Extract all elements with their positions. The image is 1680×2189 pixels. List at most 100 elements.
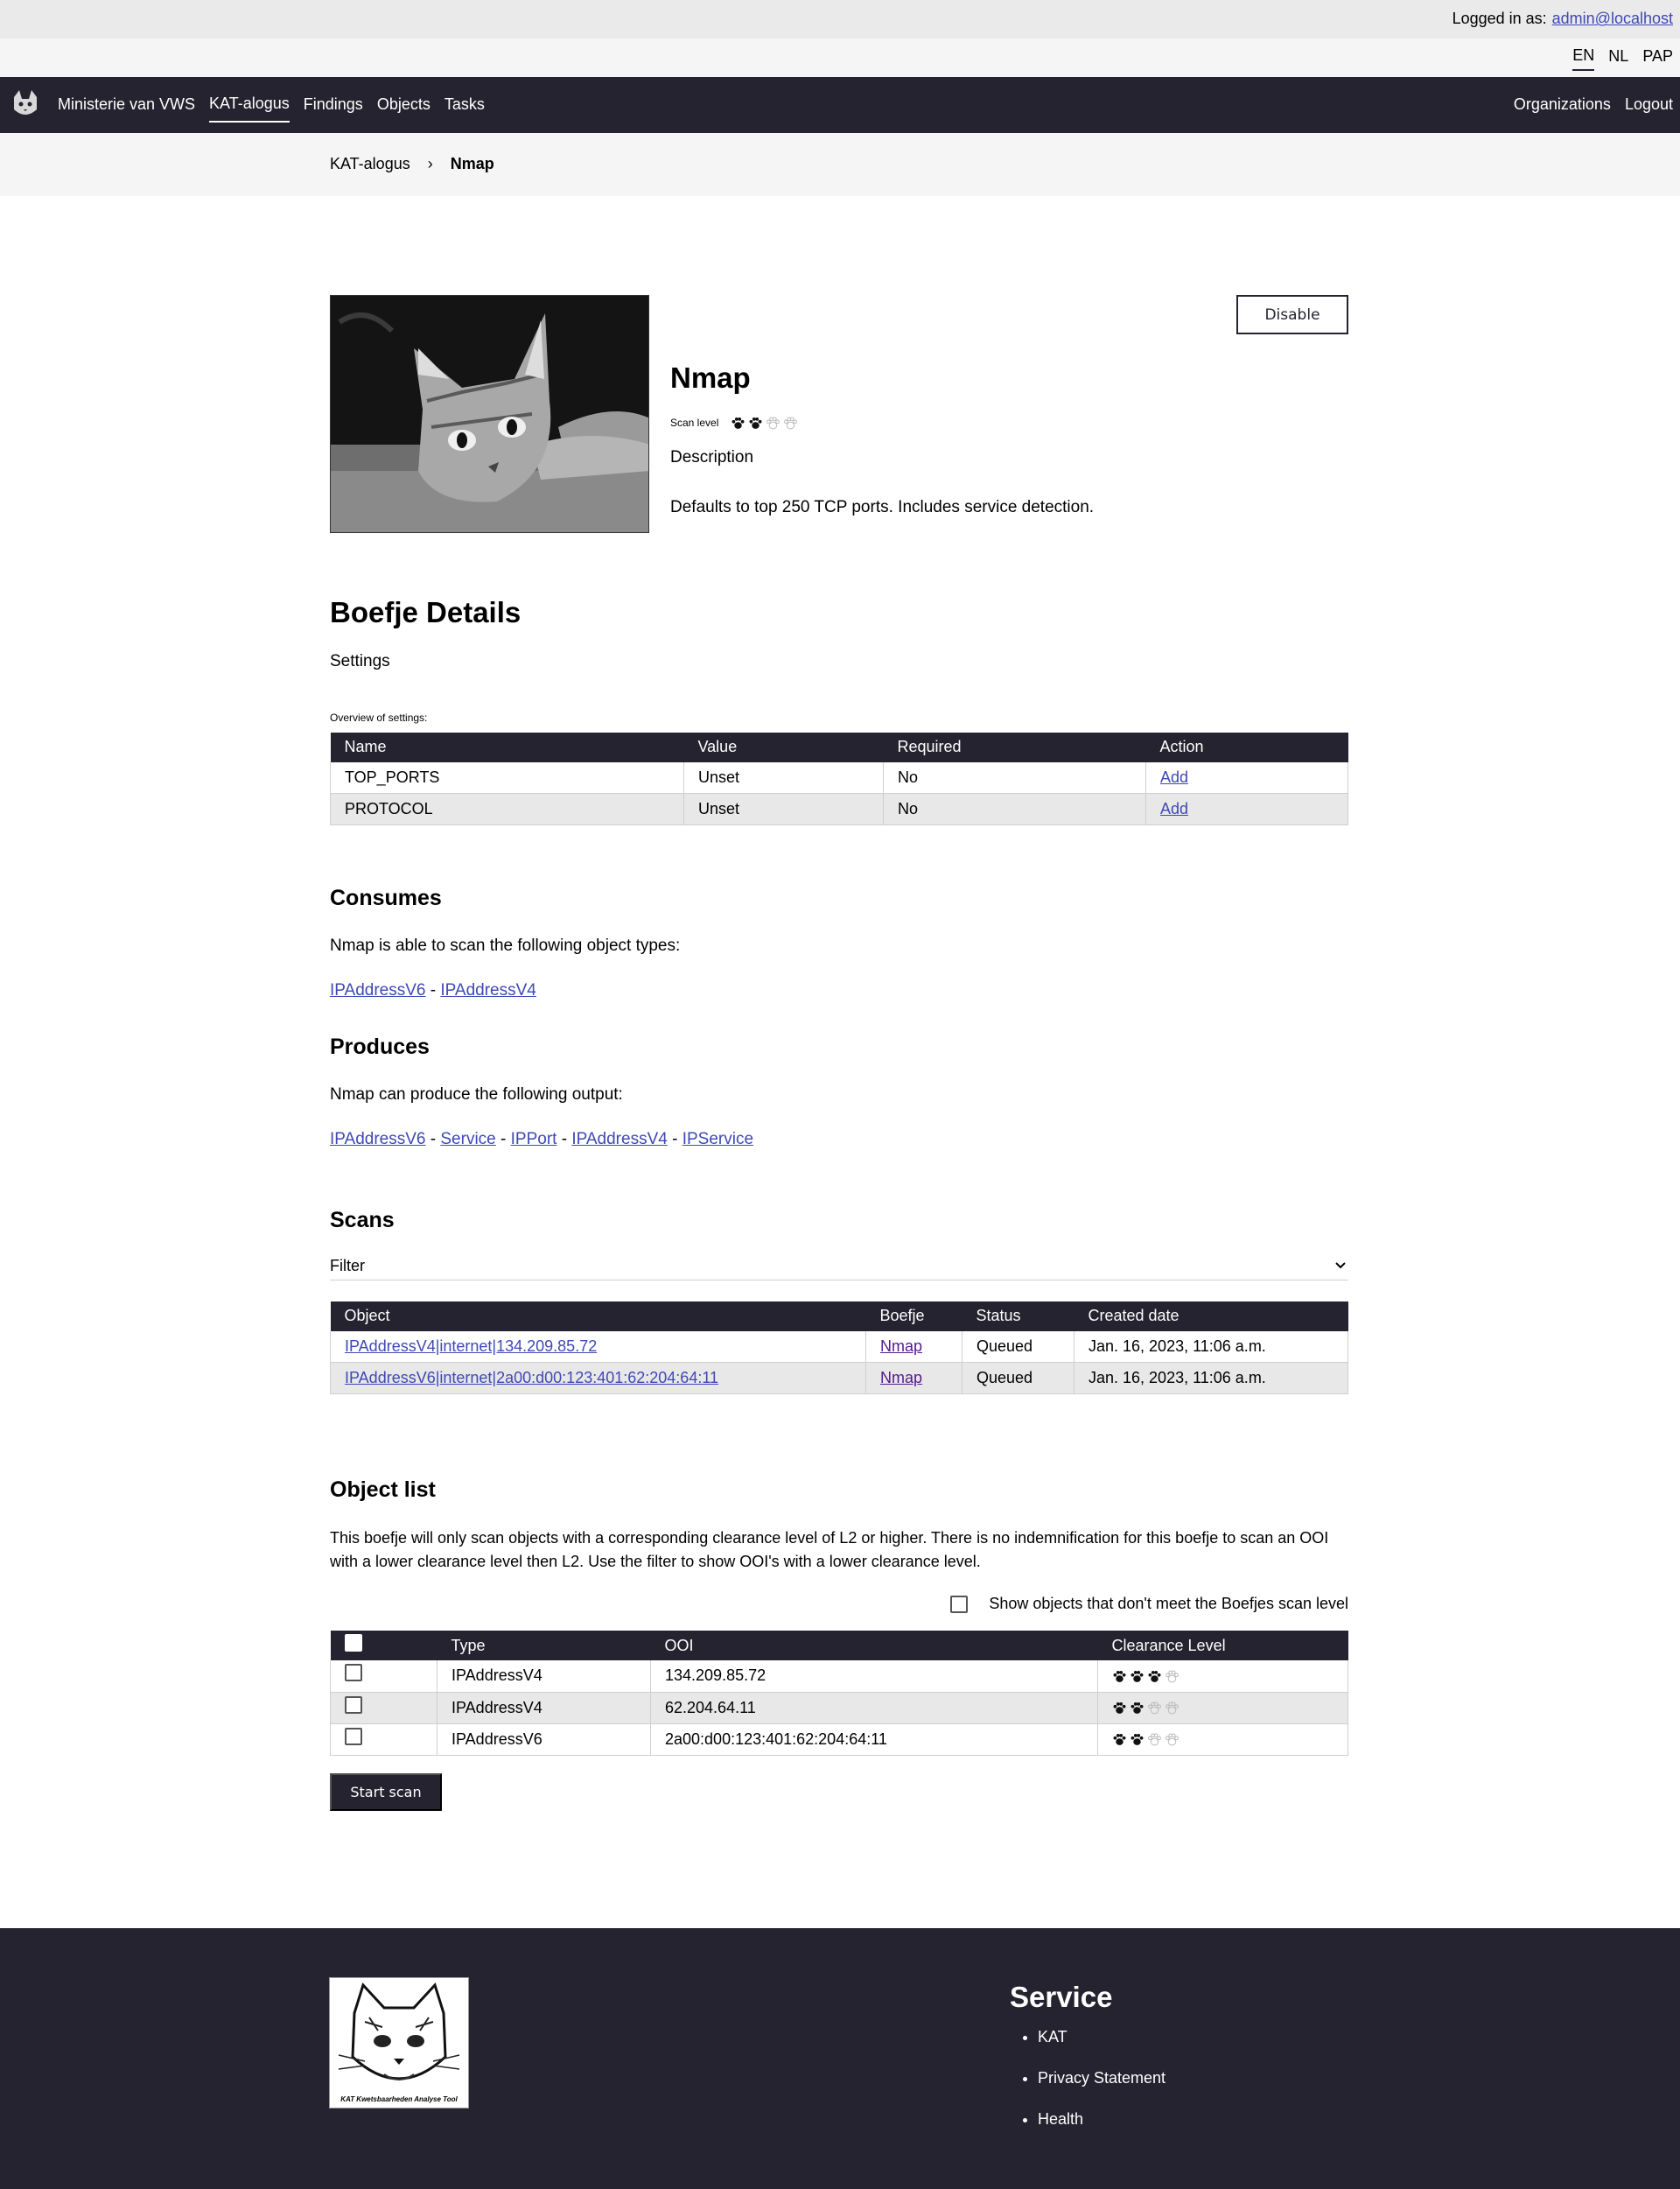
paw-empty-icon xyxy=(766,417,780,430)
nav-organizations[interactable]: Organizations xyxy=(1514,94,1611,116)
nav-logout[interactable]: Logout xyxy=(1625,94,1673,116)
produces-type-link[interactable]: IPService xyxy=(682,1130,753,1148)
object-ooi: 2a00:d00:123:401:62:204:64:11 xyxy=(650,1723,1098,1756)
row-checkbox[interactable] xyxy=(345,1695,362,1714)
consumes-section: Consumes Nmap is able to scan the follow… xyxy=(330,883,1348,1002)
paw-filled-icon xyxy=(1130,1701,1144,1714)
col-name[interactable]: Name xyxy=(330,732,684,762)
breadcrumb-katalogus[interactable]: KAT-alogus xyxy=(330,153,410,175)
boefje-title: Nmap xyxy=(670,361,751,394)
select-all-checkbox[interactable] xyxy=(344,1633,362,1652)
col-type[interactable]: Type xyxy=(437,1631,651,1661)
paw-empty-icon xyxy=(1166,1733,1179,1746)
breadcrumb: KAT-alogus › Nmap xyxy=(0,133,1680,196)
table-row: TOP_PORTS Unset No Add xyxy=(330,761,1348,795)
consumes-type-link[interactable]: IPAddressV4 xyxy=(440,981,536,1000)
scan-status: Queued xyxy=(962,1330,1074,1364)
col-status[interactable]: Status xyxy=(962,1301,1074,1331)
table-row: IPAddressV6|internet|2a00:d00:123:401:62… xyxy=(330,1362,1348,1395)
nav-tasks[interactable]: Tasks xyxy=(444,88,485,121)
paw-filled-icon xyxy=(1130,1670,1144,1682)
kat-footer-logo: KAT Kwetsbaarheden Analyse Tool xyxy=(329,1976,469,2108)
row-checkbox[interactable] xyxy=(345,1664,362,1682)
clearance-level-paws xyxy=(1112,1701,1334,1715)
lang-nl[interactable]: NL xyxy=(1608,46,1628,69)
settings-header-row: Name Value Required Action xyxy=(330,732,1348,762)
consumes-types: IPAddressV6 - IPAddressV4 xyxy=(330,980,536,1000)
nav-katalogus[interactable]: KAT-alogus xyxy=(209,88,290,123)
lang-pap[interactable]: PAP xyxy=(1642,46,1673,69)
nav-findings[interactable]: Findings xyxy=(304,88,363,121)
col-required[interactable]: Required xyxy=(883,732,1146,762)
disable-button[interactable]: Disable xyxy=(1236,295,1348,334)
setting-name: TOP_PORTS xyxy=(330,761,684,795)
footer-link-privacy[interactable]: Privacy Statement xyxy=(1038,2067,1166,2089)
add-setting-link[interactable]: Add xyxy=(1160,768,1188,786)
scan-status: Queued xyxy=(962,1362,1074,1395)
scan-object-link[interactable]: IPAddressV4|internet|134.209.85.72 xyxy=(345,1337,597,1355)
filter-toggle[interactable]: Filter xyxy=(330,1255,1348,1280)
scans-header-row: Object Boefje Status Created date xyxy=(330,1301,1348,1331)
col-created[interactable]: Created date xyxy=(1074,1301,1348,1331)
service-links: KAT Privacy Statement Health xyxy=(1038,2026,1166,2131)
produces-type-link[interactable]: IPPort xyxy=(511,1130,557,1148)
col-action[interactable]: Action xyxy=(1145,732,1348,762)
object-list-heading: Object list xyxy=(330,1477,436,1503)
filter-label: Filter xyxy=(330,1257,365,1275)
col-object[interactable]: Object xyxy=(330,1301,866,1331)
scans-heading: Scans xyxy=(330,1208,395,1233)
footer-link-kat[interactable]: KAT xyxy=(1038,2026,1166,2048)
row-checkbox[interactable] xyxy=(345,1727,362,1745)
lang-en[interactable]: EN xyxy=(1572,45,1595,71)
scans-table: Object Boefje Status Created date IPAddr… xyxy=(330,1301,1348,1395)
consumes-type-link[interactable]: IPAddressV6 xyxy=(330,981,425,1000)
add-setting-link[interactable]: Add xyxy=(1160,800,1188,817)
user-email-link[interactable]: admin@localhost xyxy=(1552,8,1673,30)
object-type: IPAddressV6 xyxy=(437,1723,651,1756)
produces-heading: Produces xyxy=(330,1035,430,1060)
col-boefje[interactable]: Boefje xyxy=(865,1301,962,1331)
settings-label: Settings xyxy=(330,652,390,671)
table-row: IPAddressV6 2a00:d00:123:401:62:204:64:11 xyxy=(330,1723,1348,1756)
col-clearance[interactable]: Clearance Level xyxy=(1097,1631,1348,1661)
produces-text: Nmap can produce the following output: xyxy=(330,1085,623,1105)
clearance-level-paws xyxy=(1112,1732,1334,1747)
paw-filled-icon xyxy=(1130,1733,1144,1745)
setting-name: PROTOCOL xyxy=(330,793,684,826)
show-objects-label[interactable]: Show objects that don't meet the Boefjes… xyxy=(989,1593,1348,1615)
show-objects-checkbox[interactable] xyxy=(950,1595,969,1613)
col-value[interactable]: Value xyxy=(683,732,884,762)
col-ooi[interactable]: OOI xyxy=(650,1631,1098,1661)
nav-organization[interactable]: Ministerie van VWS xyxy=(58,88,195,121)
produces-type-link[interactable]: Service xyxy=(440,1130,495,1148)
produces-type-link[interactable]: IPAddressV6 xyxy=(330,1130,425,1148)
scan-level-paws xyxy=(731,416,798,431)
object-ooi: 62.204.64.11 xyxy=(650,1692,1098,1724)
footer: KAT Kwetsbaarheden Analyse Tool Service … xyxy=(0,1927,1680,2189)
setting-value: Unset xyxy=(683,761,884,795)
paw-filled-icon xyxy=(749,417,762,430)
setting-required: No xyxy=(883,761,1146,795)
scan-object-link[interactable]: IPAddressV6|internet|2a00:d00:123:401:62… xyxy=(345,1369,718,1386)
object-list-info: This boefje will only scan objects with … xyxy=(330,1529,1329,1571)
chevron-right-icon: › xyxy=(427,155,433,173)
produces-type-link[interactable]: IPAddressV4 xyxy=(571,1130,667,1148)
details-heading: Boefje Details xyxy=(330,596,522,628)
breadcrumb-current[interactable]: Nmap xyxy=(451,153,494,175)
nav-objects[interactable]: Objects xyxy=(377,88,430,121)
table-row: PROTOCOL Unset No Add xyxy=(330,793,1348,826)
produces-types: IPAddressV6 - Service - IPPort - IPAddre… xyxy=(330,1129,754,1148)
settings-table: Name Value Required Action TOP_PORTS Uns… xyxy=(330,732,1348,826)
start-scan-button[interactable]: Start scan xyxy=(330,1772,442,1811)
setting-value: Unset xyxy=(683,793,884,826)
table-row: IPAddressV4 62.204.64.11 xyxy=(330,1692,1348,1724)
scan-boefje-link[interactable]: Nmap xyxy=(880,1369,922,1386)
main-nav: Ministerie van VWS KAT-alogus Findings O… xyxy=(0,77,1680,133)
paw-empty-icon xyxy=(1148,1701,1161,1715)
footer-link-health[interactable]: Health xyxy=(1038,2108,1166,2130)
kat-logo-icon[interactable] xyxy=(7,87,44,123)
consumes-text: Nmap is able to scan the following objec… xyxy=(330,937,681,956)
boefje-header: Nmap Scan level Description Defaults to … xyxy=(330,295,1348,533)
scan-boefje-link[interactable]: Nmap xyxy=(880,1337,922,1355)
scan-level-label: Scan level xyxy=(670,417,719,430)
